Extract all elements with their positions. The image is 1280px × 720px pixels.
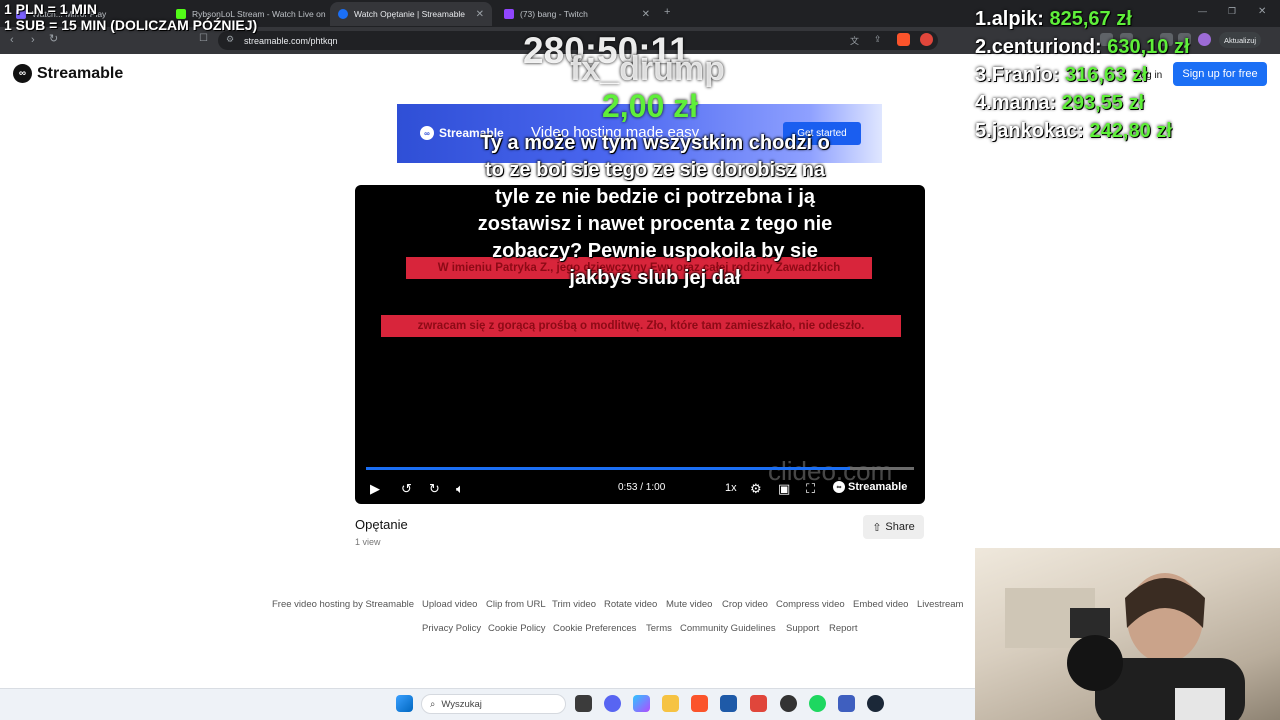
close-tab-icon[interactable]: ✕	[642, 9, 650, 20]
footer-link[interactable]: Cookie Policy	[488, 623, 546, 634]
footer-link[interactable]: Mute video	[666, 599, 712, 610]
discord-icon[interactable]	[604, 695, 621, 712]
leaderboard-row: 2.centuriond: 630,10 zł	[975, 36, 1190, 58]
settings-gear-icon[interactable]: ⚙	[750, 481, 762, 497]
maximize-icon[interactable]: ❐	[1228, 6, 1236, 17]
streamable-favicon-icon	[338, 9, 348, 19]
webcam-scene	[1005, 573, 1245, 720]
footer-link[interactable]: Community Guidelines	[680, 623, 776, 634]
update-browser-button[interactable]: Aktualizuj	[1219, 32, 1261, 48]
donation-message: Ty a może w tym wszystkim chodzi o to ze…	[477, 132, 833, 289]
site-info-icon[interactable]: ⚙	[226, 34, 234, 45]
video-red-text-line-2: zwracam się z gorącą prośbą o modlitwę. …	[381, 315, 901, 337]
taskbar-search-input[interactable]: ⌕ Wyszukaj	[421, 694, 566, 714]
fullscreen-icon[interactable]: ⛶	[806, 481, 815, 497]
windows-start-icon[interactable]	[396, 695, 413, 712]
footer-link[interactable]: Free video hosting by Streamable	[272, 599, 414, 610]
profile-avatar-icon[interactable]	[1198, 33, 1211, 46]
leaderboard-row: 3.Franio: 316,63 zł	[975, 64, 1148, 86]
share-page-icon[interactable]: ⇪	[874, 34, 882, 45]
donation-alert-amount: 2,00 zł	[602, 88, 699, 124]
footer-link[interactable]: Rotate video	[604, 599, 657, 610]
streamable-logo-icon: ∞	[420, 126, 434, 140]
footer-link[interactable]: Trim video	[552, 599, 596, 610]
close-window-icon[interactable]: ✕	[1258, 6, 1266, 17]
player-brand-link[interactable]: ∞ Streamable	[833, 481, 907, 493]
close-tab-icon[interactable]: ✕	[476, 9, 484, 20]
footer-link[interactable]: Privacy Policy	[422, 623, 481, 634]
minimize-icon[interactable]: —	[1198, 6, 1207, 16]
stream-rules: 1 PLN = 1 MIN 1 SUB = 15 MIN (DOLICZAM P…	[4, 1, 258, 33]
streamable-logo[interactable]: ∞ Streamable	[13, 64, 123, 83]
forward-icon[interactable]: ›	[31, 34, 35, 46]
rewind-icon[interactable]: ↺	[401, 481, 412, 497]
task-view-icon[interactable]	[575, 695, 592, 712]
brave-active-icon[interactable]	[750, 695, 767, 712]
donation-alert-name: fx_drump	[570, 50, 725, 88]
search-icon: ⌕	[430, 698, 436, 710]
view-count: 1 view	[355, 537, 381, 547]
streamable-logo-icon: ∞	[833, 481, 845, 493]
twitch-favicon-icon	[504, 9, 514, 19]
footer-link[interactable]: Compress video	[776, 599, 845, 610]
footer-link[interactable]: Clip from URL	[486, 599, 546, 610]
leaderboard-row: 5.jankokac: 242,80 zł	[975, 120, 1172, 142]
footer-link[interactable]: Livestream	[917, 599, 963, 610]
playback-time: 0:53 / 1:00	[618, 482, 666, 493]
footer-link[interactable]: Crop video	[722, 599, 768, 610]
playback-speed-button[interactable]: 1x	[725, 482, 737, 494]
translate-icon[interactable]: 文	[850, 34, 859, 47]
tab-twitch[interactable]: (73) bang - Twitch ✕	[496, 2, 658, 26]
obs-icon[interactable]	[780, 695, 797, 712]
leaderboard-row: 4.mama: 293,55 zł	[975, 92, 1145, 114]
footer-link[interactable]: Terms	[646, 623, 672, 634]
volume-icon[interactable]: 🔈︎	[456, 481, 464, 497]
store-icon[interactable]	[720, 695, 737, 712]
footer-link[interactable]: Report	[829, 623, 858, 634]
donation-leaderboard: 1.alpik: 825,67 zł 2.centuriond: 630,10 …	[975, 8, 1190, 148]
tab-streamable[interactable]: Watch Opętanie | Streamable ✕	[330, 2, 492, 26]
file-explorer-icon[interactable]	[662, 695, 679, 712]
copilot-icon[interactable]	[633, 695, 650, 712]
streamable-logo-icon: ∞	[13, 64, 32, 83]
brave-shield-icon[interactable]	[897, 33, 910, 46]
reload-icon[interactable]: ↻	[49, 32, 58, 45]
rewards-icon[interactable]	[920, 33, 933, 46]
footer-link[interactable]: Embed video	[853, 599, 908, 610]
share-icon: ⇧	[872, 521, 882, 534]
footer-link[interactable]: Upload video	[422, 599, 477, 610]
footer-link[interactable]: Support	[786, 623, 819, 634]
brave-browser-icon[interactable]	[691, 695, 708, 712]
progress-bar-fill	[366, 467, 851, 470]
forward-skip-icon[interactable]: ↻	[429, 481, 440, 497]
new-tab-icon[interactable]: +	[664, 6, 670, 18]
bookmark-icon[interactable]: ☐	[199, 33, 208, 44]
webcam-feed	[975, 548, 1280, 720]
back-icon[interactable]: ‹	[10, 34, 14, 46]
share-button[interactable]: ⇧ Share	[863, 515, 924, 539]
notepad-icon[interactable]	[838, 695, 855, 712]
video-title: Opętanie	[355, 517, 408, 532]
leaderboard-row: 1.alpik: 825,67 zł	[975, 8, 1132, 30]
steam-icon[interactable]	[867, 695, 884, 712]
picture-in-picture-icon[interactable]: ▣	[778, 481, 790, 497]
footer-link[interactable]: Cookie Preferences	[553, 623, 636, 634]
spotify-icon[interactable]	[809, 695, 826, 712]
play-icon[interactable]: ▶	[370, 481, 380, 497]
